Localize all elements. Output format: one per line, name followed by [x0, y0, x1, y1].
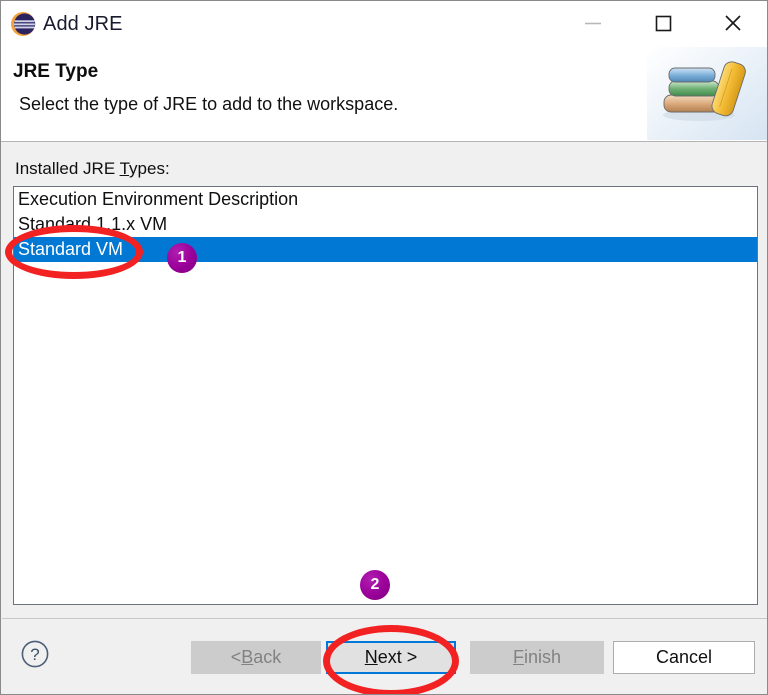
eclipse-logo-icon: [11, 12, 36, 36]
back-label-suffix: ack: [253, 647, 282, 667]
books-stack-icon: [647, 47, 767, 140]
installed-jre-types-label: Installed JRE Types:: [15, 159, 170, 179]
minimize-icon: [585, 22, 601, 25]
add-jre-dialog: Add JRE JRE Type Select the type of JRE …: [0, 0, 768, 695]
wizard-header: JRE Type Select the type of JRE to add t…: [1, 47, 767, 142]
standard-vm-list-item[interactable]: Standard VM: [14, 237, 757, 262]
list-label-suffix: ypes:: [129, 159, 170, 178]
help-icon[interactable]: ?: [20, 639, 50, 669]
installed-jre-types-list[interactable]: Execution Environment Description Standa…: [13, 186, 758, 605]
close-icon: [725, 15, 741, 31]
finish-button[interactable]: Finish: [470, 641, 604, 674]
window-title: Add JRE: [43, 12, 123, 35]
page-title: JRE Type: [13, 61, 99, 82]
page-subtitle: Select the type of JRE to add to the wor…: [19, 94, 399, 114]
close-button[interactable]: [705, 1, 761, 45]
list-label-mnemonic: T: [119, 159, 130, 178]
back-button[interactable]: < Back: [191, 641, 321, 674]
title-bar: Add JRE: [1, 1, 767, 47]
annotation-badge-1: 1: [167, 243, 197, 273]
next-label-mnemonic: N: [364, 647, 378, 667]
annotation-badge-2: 2: [360, 570, 390, 600]
list-item[interactable]: Execution Environment Description: [14, 187, 757, 212]
next-button[interactable]: Next >: [326, 641, 456, 674]
finish-label-suffix: inish: [523, 647, 562, 667]
maximize-button[interactable]: [635, 1, 691, 45]
cancel-label: Cancel: [655, 647, 713, 667]
help-glyph: ?: [30, 645, 39, 664]
list-item[interactable]: Standard 1.1.x VM: [14, 212, 757, 237]
finish-label-mnemonic: F: [512, 647, 524, 667]
next-label-suffix: ext >: [377, 647, 418, 667]
list-label-prefix: Installed JRE: [15, 159, 120, 178]
minimize-button[interactable]: [565, 1, 621, 45]
dialog-body: Installed JRE Types: Execution Environme…: [2, 142, 767, 618]
back-label-mnemonic: B: [241, 647, 254, 667]
back-label-prefix: <: [230, 647, 242, 667]
maximize-icon: [655, 15, 672, 32]
cancel-button[interactable]: Cancel: [613, 641, 755, 674]
